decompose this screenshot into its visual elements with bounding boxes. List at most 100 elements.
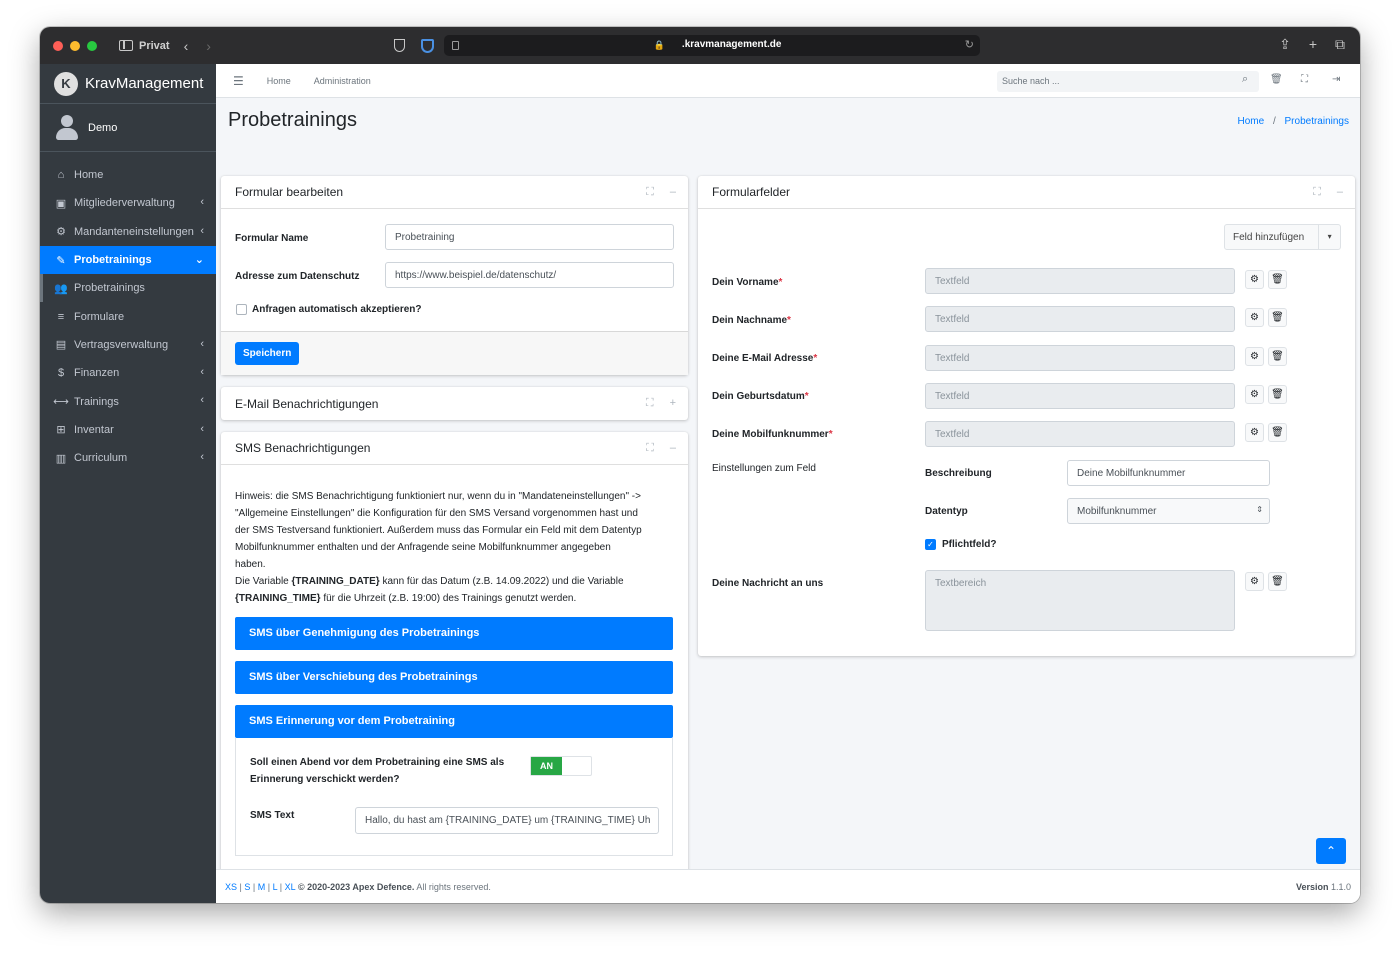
pallet-icon: ⊞: [56, 424, 66, 437]
save-button[interactable]: Speichern: [235, 342, 300, 365]
sidebar-item-mitgliederverwaltung[interactable]: ▣ Mitgliederverwaltung ‹: [40, 189, 216, 217]
close-window-button[interactable]: [53, 40, 63, 51]
sms-reminder-accordion[interactable]: SMS Erinnerung vor dem Probetraining: [235, 705, 673, 738]
share-icon[interactable]: ⇪: [1279, 36, 1291, 53]
sms-approval-accordion[interactable]: SMS über Genehmigung des Probetrainings: [235, 617, 673, 650]
sidebar-subitem-probetrainings[interactable]: 👥 Probetrainings: [40, 274, 216, 303]
gear-icon[interactable]: ⚙: [1245, 423, 1264, 442]
size-link-s[interactable]: S: [244, 882, 250, 892]
fullscreen-icon[interactable]: ⛶: [1301, 74, 1308, 85]
sms-text-input[interactable]: Hallo, du hast am {TRAINING_DATE} um {TR…: [355, 807, 659, 834]
hint-line: der SMS Testversand funktioniert. Außerd…: [235, 525, 642, 536]
chevron-left-icon: ‹: [200, 366, 204, 379]
new-tab-icon[interactable]: +: [1309, 36, 1317, 53]
add-field-button[interactable]: Feld hinzufügen: [1225, 232, 1318, 243]
card-tools: ⛶ –: [646, 186, 676, 199]
forward-icon[interactable]: ›: [206, 38, 211, 54]
card-header: SMS Benachrichtigungen ⛶ –: [221, 432, 688, 465]
privacy-url-input[interactable]: https://www.beispiel.de/datenschutz/: [385, 262, 674, 288]
sidebar-item-finanzen[interactable]: $ Finanzen ‹: [40, 359, 216, 387]
sidebar-item-vertragsverwaltung[interactable]: ▤ Vertragsverwaltung ‹: [40, 331, 216, 359]
datatype-label: Datentyp: [925, 506, 968, 517]
expand-icon[interactable]: ⛶: [646, 186, 654, 199]
chevron-left-icon: ‹: [200, 450, 204, 463]
version-value: 1.1.0: [1330, 882, 1351, 892]
size-link-l[interactable]: L: [273, 882, 278, 892]
content-wrapper: ☰ Home Administration Suche nach ... ⌕ 🗑…: [216, 64, 1360, 903]
sidebar-item-curriculum[interactable]: ▥ Curriculum ‹: [40, 444, 216, 472]
sidebar-subitem-formulare[interactable]: ≡ Formulare: [40, 302, 216, 330]
browser-titlebar: Privat ‹ › 🔒 .kravmanagement.de ↻ ⇪ + ⧉: [40, 27, 1360, 64]
trash-icon[interactable]: 🗑: [1268, 385, 1287, 404]
add-field-dropdown[interactable]: Feld hinzufügen ▾: [1224, 224, 1341, 250]
nav-link-administration[interactable]: Administration: [314, 76, 371, 86]
sidebar-item-trainings[interactable]: ⟷ Trainings ‹: [40, 387, 216, 415]
form-name-input[interactable]: Probetraining: [385, 224, 674, 250]
trash-icon[interactable]: 🗑: [1268, 572, 1287, 591]
expand-icon[interactable]: ⛶: [1313, 186, 1321, 199]
scroll-to-top-button[interactable]: ⌃: [1316, 838, 1346, 864]
datatype-select[interactable]: Mobilfunknummer ⇕: [1067, 498, 1270, 524]
gear-icon[interactable]: ⚙: [1245, 308, 1264, 327]
trash-icon[interactable]: 🗑: [1270, 74, 1283, 85]
minimize-window-button[interactable]: [70, 40, 80, 51]
size-link-xs[interactable]: XS: [225, 882, 237, 892]
trash-icon[interactable]: 🗑: [1268, 347, 1287, 366]
field-preview-input: Textfeld: [925, 383, 1235, 409]
sidebar-item-label: Mandanteneinstellungen: [74, 225, 194, 238]
card-tools: ⛶ –: [1313, 186, 1343, 199]
gear-icon[interactable]: ⚙: [1245, 270, 1264, 289]
gear-icon[interactable]: ⚙: [1245, 385, 1264, 404]
reminder-toggle[interactable]: AN: [530, 756, 592, 776]
field-label-text: Dein Geburtsdatum: [712, 391, 805, 402]
size-link-m[interactable]: M: [258, 882, 266, 892]
tracker-shield-icon[interactable]: [420, 38, 434, 53]
reload-icon[interactable]: ↻: [965, 38, 974, 51]
auto-accept-checkbox[interactable]: [236, 304, 247, 315]
breadcrumb-current[interactable]: Probetrainings: [1285, 116, 1349, 127]
card-header: Formular bearbeiten ⛶ –: [221, 176, 688, 209]
field-label-text: Dein Nachname: [712, 315, 788, 326]
brand-link[interactable]: K KravManagement: [40, 64, 216, 104]
maximize-window-button[interactable]: [87, 40, 97, 51]
card-header[interactable]: E-Mail Benachrichtigungen ⛶ +: [221, 387, 688, 420]
user-panel[interactable]: Demo: [40, 104, 216, 152]
size-link-xl[interactable]: XL: [285, 882, 296, 892]
auto-accept-label: Anfragen automatisch akzeptieren?: [252, 304, 422, 315]
breadcrumb-home[interactable]: Home: [1237, 116, 1264, 127]
expand-plus-icon[interactable]: +: [670, 397, 676, 410]
private-mode-indicator[interactable]: Privat: [119, 40, 170, 52]
trash-icon[interactable]: 🗑: [1268, 270, 1287, 289]
gear-icon[interactable]: ⚙: [1245, 572, 1264, 591]
trash-icon[interactable]: 🗑: [1268, 423, 1287, 442]
required-checkbox[interactable]: ✓: [925, 539, 936, 550]
description-input[interactable]: Deine Mobilfunknummer: [1067, 460, 1270, 486]
nav-link-home[interactable]: Home: [267, 76, 291, 86]
trash-icon[interactable]: 🗑: [1268, 308, 1287, 327]
tabs-icon[interactable]: ⧉: [1335, 36, 1345, 53]
main-sidebar: K KravManagement Demo ⌂ Home ▣ Mitgliede…: [40, 64, 216, 903]
card-title: Formularfelder: [712, 185, 791, 199]
collapse-icon[interactable]: –: [670, 186, 676, 199]
caret-down-icon[interactable]: ▾: [1318, 225, 1340, 249]
expand-icon[interactable]: ⛶: [646, 442, 654, 455]
back-icon[interactable]: ‹: [184, 38, 189, 54]
hand-coin-icon: $: [57, 367, 65, 380]
search-input[interactable]: Suche nach ...: [997, 71, 1259, 92]
logout-icon[interactable]: ⇥: [1332, 74, 1340, 85]
collapse-icon[interactable]: –: [670, 442, 676, 455]
expand-icon[interactable]: ⛶: [646, 397, 654, 410]
sidebar-item-probetrainings[interactable]: ✎ Probetrainings ⌄: [40, 245, 216, 275]
sidebar-item-home[interactable]: ⌂ Home: [40, 161, 216, 189]
email-notifications-card: E-Mail Benachrichtigungen ⛶ +: [221, 387, 688, 420]
sidebar-item-mandanteneinstellungen[interactable]: ⚙ Mandanteneinstellungen ‹: [40, 218, 216, 246]
required-mark: *: [813, 353, 818, 364]
address-bar[interactable]: 🔒 .kravmanagement.de ↻: [443, 35, 980, 56]
sms-reschedule-accordion[interactable]: SMS über Verschiebung des Probetrainings: [235, 661, 673, 694]
privacy-shield-icon[interactable]: [393, 39, 405, 52]
search-icon[interactable]: ⌕: [1242, 73, 1248, 86]
hamburger-menu-icon[interactable]: ☰: [233, 74, 244, 88]
sidebar-item-inventar[interactable]: ⊞ Inventar ‹: [40, 416, 216, 444]
collapse-icon[interactable]: –: [1337, 186, 1343, 199]
gear-icon[interactable]: ⚙: [1245, 347, 1264, 366]
